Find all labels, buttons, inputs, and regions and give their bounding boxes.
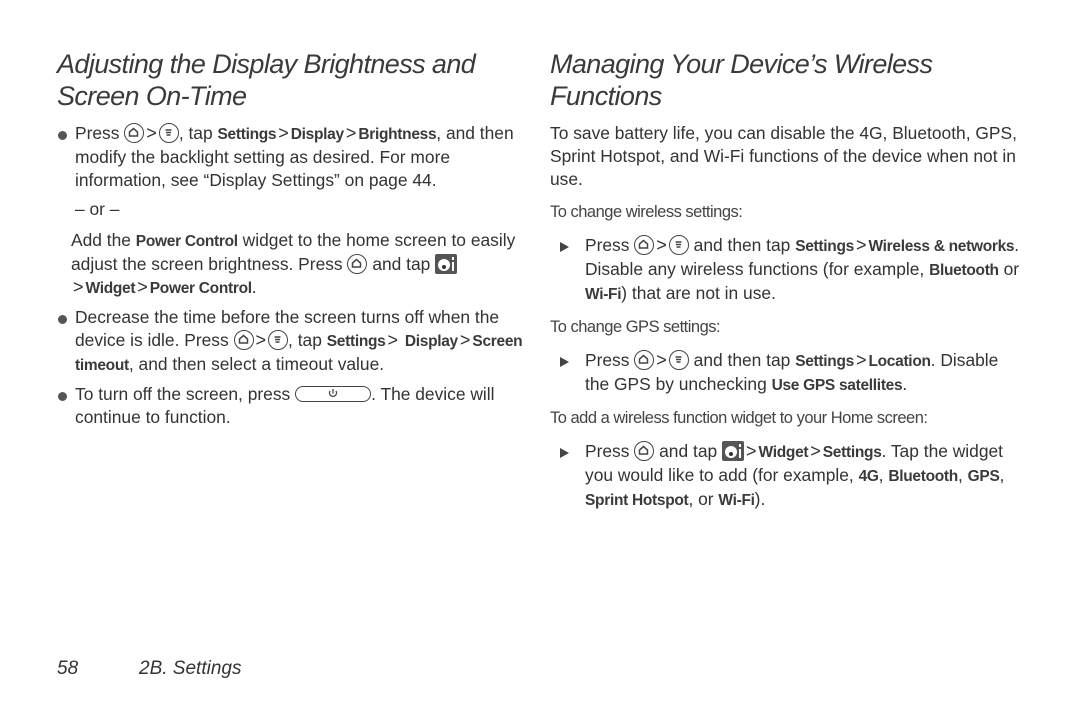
arrow-bullet-icon: [560, 357, 569, 367]
home-key-icon: [634, 350, 655, 370]
bullet-icon: [58, 315, 67, 324]
home-key-icon: [233, 330, 254, 350]
or-divider: – or –: [75, 199, 120, 219]
launcher-icon: [435, 254, 458, 274]
list-item: Decrease the time before the screen turn…: [57, 306, 527, 377]
arrow-bullet-icon: [560, 448, 569, 458]
launcher-icon: [722, 441, 745, 461]
widget-steps: Press and tap > Widget > Settings. Tap the …: [550, 440, 1020, 512]
subheading-widget: To add a wireless function widget to you…: [550, 409, 928, 427]
section-name: 2B. Settings: [139, 658, 242, 679]
bullet-icon: [58, 131, 67, 140]
page-number: 58: [57, 658, 79, 679]
list-item: Press > and then tap Settings > Location. …: [550, 349, 1020, 397]
page-footer: 58 2B. Settings: [57, 658, 241, 680]
home-key-icon: [634, 441, 655, 461]
menu-key-icon: [158, 123, 179, 143]
section-title-brightness: Adjusting the Display Brightness and Scr…: [57, 49, 476, 111]
menu-key-icon: [668, 350, 689, 370]
list-item: To turn off the screen, press . The devi…: [57, 383, 527, 429]
menu-key-icon: [668, 235, 689, 255]
menu-key-icon: [268, 330, 289, 350]
list-item: Press and tap > Widget > Settings. Tap the …: [550, 440, 1020, 512]
home-key-icon: [124, 123, 145, 143]
home-key-icon: [347, 254, 368, 274]
left-column: Adjusting the Display Brightness and Scr…: [57, 48, 527, 435]
arrow-bullet-icon: [560, 242, 569, 252]
intro-paragraph: To save battery life, you can disable th…: [550, 123, 1017, 189]
power-button-icon: [295, 386, 372, 402]
list-item: Press >, tap Settings > Display > Brightness…: [57, 122, 527, 192]
subheading-gps: To change GPS settings:: [550, 318, 721, 336]
timeout-list: Decrease the time before the screen turn…: [57, 306, 527, 429]
section-title-wireless: Managing Your Device’s Wireless Function…: [550, 49, 933, 111]
list-item: Press > and then tap Settings > Wireless &…: [550, 234, 1020, 306]
home-key-icon: [634, 235, 655, 255]
power-control-paragraph: Add the Power Control widget to the home…: [71, 230, 516, 297]
wireless-steps: Press > and then tap Settings > Wireless &…: [550, 234, 1020, 306]
subheading-wireless: To change wireless settings:: [550, 203, 743, 221]
gps-steps: Press > and then tap Settings > Location. …: [550, 349, 1020, 397]
right-column: Managing Your Device’s Wireless Function…: [550, 48, 1020, 522]
bullet-icon: [58, 392, 67, 401]
brightness-list: Press >, tap Settings > Display > Brightness…: [57, 122, 527, 192]
